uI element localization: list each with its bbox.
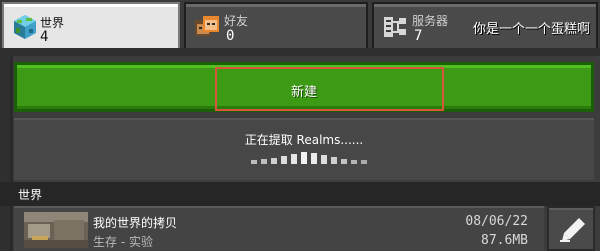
tab-bar: 世界 4 好友 0 服务器 7 你是一个一个蛋糕啊 — [0, 0, 600, 48]
world-mode: 生存 - 实验 — [93, 235, 153, 249]
world-name: 我的世界的拷贝 — [93, 216, 178, 230]
tab-friends-count: 0 — [226, 28, 235, 44]
world-thumbnail — [24, 212, 88, 248]
tab-friends[interactable]: 好友 0 — [184, 2, 368, 48]
tab-highlight — [4, 4, 178, 7]
world-list-item[interactable]: 我的世界的拷贝 生存 - 实验 08/06/22 87.6MB — [14, 206, 544, 251]
realms-loading-area: 正在提取 Realms...... — [14, 118, 594, 180]
tab-highlight — [374, 4, 596, 7]
tab-worlds[interactable]: 世界 4 — [2, 2, 180, 48]
edit-world-button[interactable] — [547, 206, 595, 251]
tab-servers-count: 7 — [414, 28, 423, 44]
friends-icon — [195, 16, 219, 36]
tab-worlds-count: 4 — [40, 29, 49, 45]
world-date: 08/06/22 — [465, 214, 528, 229]
worlds-section-label: 世界 — [18, 188, 43, 202]
world-size: 87.6MB — [481, 233, 528, 248]
servers-icon — [384, 17, 406, 37]
worlds-header — [0, 182, 600, 206]
server-name: 你是一个一个蛋糕啊 — [472, 22, 590, 37]
highlight-box — [215, 67, 444, 111]
realms-status-text: 正在提取 Realms...... — [244, 133, 364, 147]
tab-servers[interactable]: 服务器 7 你是一个一个蛋糕啊 — [372, 2, 598, 48]
tab-friends-label: 好友 — [224, 14, 249, 28]
loading-indicator-icon — [251, 152, 367, 164]
tab-highlight — [186, 4, 366, 7]
tab-servers-label: 服务器 — [412, 14, 449, 28]
globe-icon — [14, 15, 36, 39]
pencil-icon — [560, 218, 585, 242]
